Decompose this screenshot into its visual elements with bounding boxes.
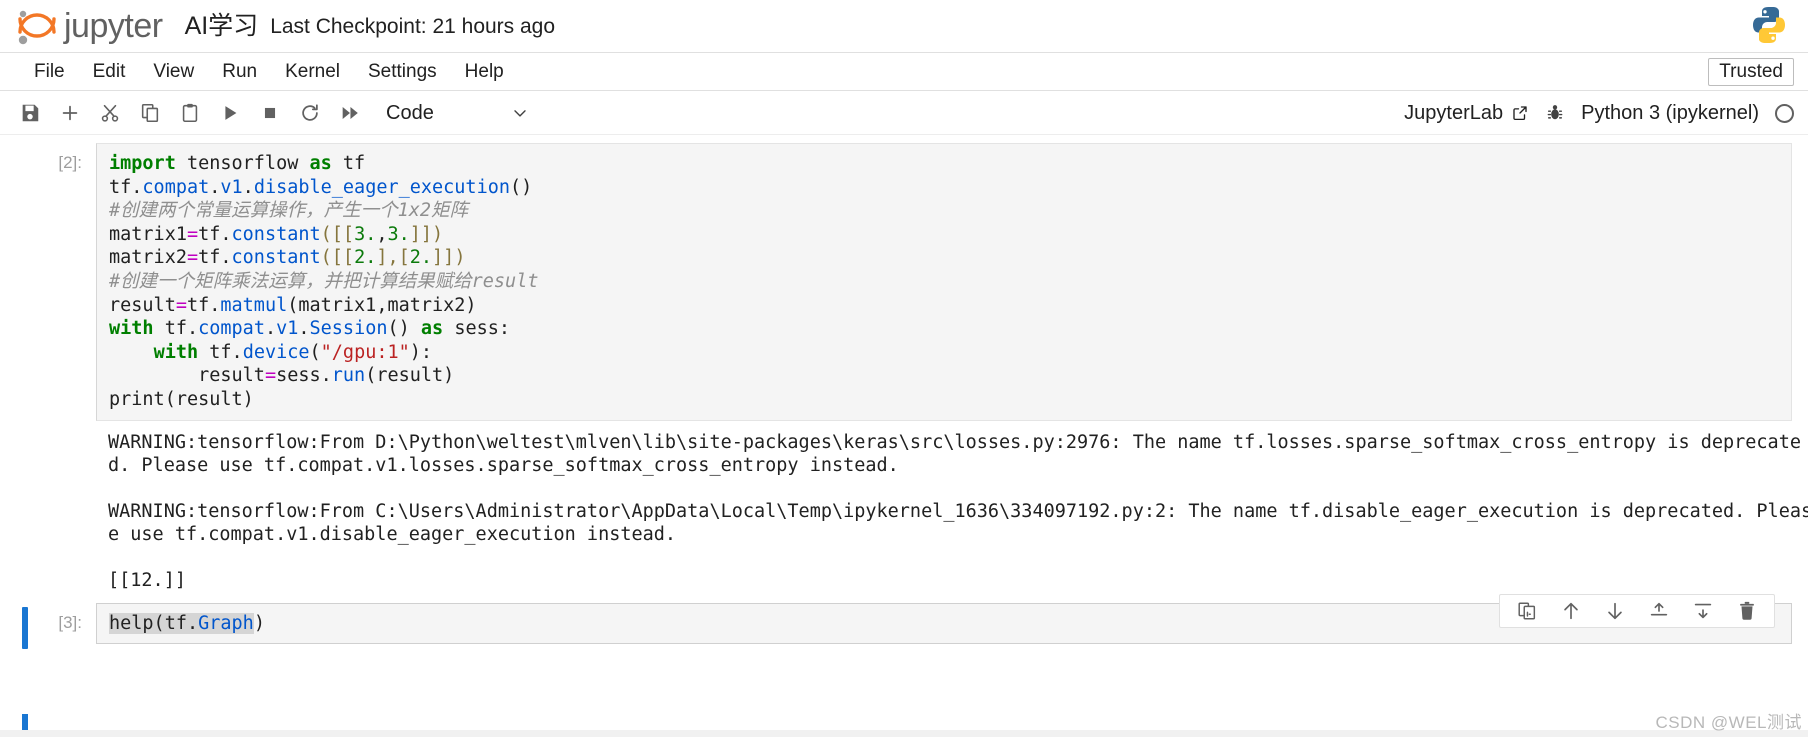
next-cell-indicator bbox=[22, 714, 28, 730]
run-cell-button[interactable] bbox=[212, 97, 248, 129]
menu-settings[interactable]: Settings bbox=[354, 58, 451, 86]
output-line: [[12.]] bbox=[108, 570, 186, 592]
top-bar: jupyter AI学习 Last Checkpoint: 21 hours a… bbox=[0, 0, 1808, 52]
insert-cell-above-icon[interactable] bbox=[1646, 598, 1672, 624]
output-line: WARNING:tensorflow:From C:\Users\Adminis… bbox=[108, 500, 1808, 522]
output-prompt-spacer bbox=[0, 421, 96, 597]
code-line: print(result) bbox=[109, 388, 254, 410]
external-link-icon bbox=[1511, 104, 1529, 122]
watermark-label: CSDN @WEL测试 bbox=[1655, 713, 1802, 732]
bug-icon[interactable] bbox=[1545, 103, 1565, 123]
code-cell-2[interactable]: [2]: import tensorflow as tf tf.compat.v… bbox=[0, 143, 1808, 421]
code-line: #创建一个矩阵乘法运算，并把计算结果赋给result bbox=[109, 270, 539, 292]
save-button[interactable] bbox=[12, 97, 48, 129]
cell-type-select[interactable]: Code bbox=[386, 102, 530, 125]
code-line: result=tf.matmul(matrix1,matrix2) bbox=[109, 294, 477, 316]
code-line: #创建两个常量运算操作，产生一个1x2矩阵 bbox=[109, 200, 469, 222]
code-line: matrix2=tf.constant([[2.],[2.]]) bbox=[109, 247, 466, 269]
code-cell-3[interactable]: [3]: help(tf.Graph) bbox=[0, 593, 1808, 649]
code-line: with tf.device("/gpu:1"): bbox=[153, 341, 433, 363]
selected-cell-indicator bbox=[22, 606, 28, 649]
python-logo-icon bbox=[1748, 4, 1790, 46]
restart-kernel-button[interactable] bbox=[292, 97, 328, 129]
jupyter-brand-text: jupyter bbox=[64, 7, 163, 45]
menu-edit[interactable]: Edit bbox=[79, 58, 140, 86]
notebook-toolbar: Code JupyterLab Python 3 (ipykernel) bbox=[0, 91, 1808, 136]
trusted-badge[interactable]: Trusted bbox=[1708, 57, 1794, 86]
notebook-bottom-strip bbox=[0, 730, 1808, 737]
jupyter-logo-icon[interactable] bbox=[14, 5, 60, 47]
duplicate-cell-icon[interactable] bbox=[1514, 598, 1540, 624]
kernel-idle-circle-icon bbox=[1775, 103, 1794, 123]
code-line: result=sess.run(result) bbox=[109, 365, 455, 387]
arrow-up-icon[interactable] bbox=[1558, 598, 1584, 624]
insert-cell-below-icon[interactable] bbox=[1690, 598, 1716, 624]
code-line: with tf.compat.v1.Session() as sess: bbox=[109, 318, 511, 340]
cell-type-value: Code bbox=[386, 101, 434, 124]
cut-cell-button[interactable] bbox=[92, 97, 128, 129]
code-editor-2[interactable]: import tensorflow as tf tf.compat.v1.dis… bbox=[96, 143, 1792, 421]
menu-bar: File Edit View Run Kernel Settings Help … bbox=[0, 52, 1808, 91]
jupyterlab-label: JupyterLab bbox=[1404, 101, 1504, 124]
notebook-scroll-area[interactable]: [2]: import tensorflow as tf tf.compat.v… bbox=[0, 134, 1808, 737]
chevron-down-icon bbox=[510, 103, 530, 123]
notebook-top-strip bbox=[0, 134, 1808, 143]
copy-cell-button[interactable] bbox=[132, 97, 168, 129]
menu-file[interactable]: File bbox=[20, 58, 79, 86]
cell-prompt-3: [3]: bbox=[58, 612, 82, 632]
output-blank-line bbox=[108, 477, 1808, 500]
cell-output-2: WARNING:tensorflow:From D:\Python\weltes… bbox=[0, 420, 1808, 597]
output-line: WARNING:tensorflow:From D:\Python\weltes… bbox=[108, 431, 1801, 453]
interrupt-kernel-button[interactable] bbox=[252, 97, 288, 129]
menu-help[interactable]: Help bbox=[451, 58, 518, 86]
insert-cell-button[interactable] bbox=[52, 97, 88, 129]
code-line: import tensorflow as tf bbox=[109, 153, 366, 174]
output-line: d. Please use tf.compat.v1.losses.sparse… bbox=[108, 454, 899, 476]
toolbar-right-group: JupyterLab Python 3 (ipykernel) bbox=[1404, 91, 1794, 135]
output-blank-line bbox=[108, 546, 1808, 569]
code-line: matrix1=tf.constant([[3.,3.]]) bbox=[109, 223, 444, 245]
kernel-name-label[interactable]: Python 3 (ipykernel) bbox=[1581, 102, 1759, 125]
open-in-jupyterlab-button[interactable]: JupyterLab bbox=[1404, 102, 1529, 125]
last-checkpoint-label: Last Checkpoint: 21 hours ago bbox=[270, 14, 556, 38]
notebook-title[interactable]: AI学习 bbox=[185, 13, 259, 39]
code-line: tf.compat.v1.disable_eager_execution() bbox=[109, 176, 533, 198]
cell-prompt-2: [2]: bbox=[58, 153, 82, 172]
output-line: e use tf.compat.v1.disable_eager_executi… bbox=[108, 524, 677, 546]
code-editor-3[interactable]: help(tf.Graph) bbox=[96, 593, 1792, 645]
trash-icon[interactable] bbox=[1734, 598, 1760, 624]
menu-view[interactable]: View bbox=[139, 58, 208, 86]
menu-run[interactable]: Run bbox=[208, 58, 271, 86]
paste-cell-button[interactable] bbox=[172, 97, 208, 129]
menu-kernel[interactable]: Kernel bbox=[271, 58, 354, 86]
output-stream-2: WARNING:tensorflow:From D:\Python\weltes… bbox=[96, 420, 1808, 597]
arrow-down-icon[interactable] bbox=[1602, 598, 1628, 624]
restart-and-run-all-button[interactable] bbox=[332, 97, 368, 129]
cell-action-toolbar[interactable] bbox=[1499, 593, 1775, 628]
